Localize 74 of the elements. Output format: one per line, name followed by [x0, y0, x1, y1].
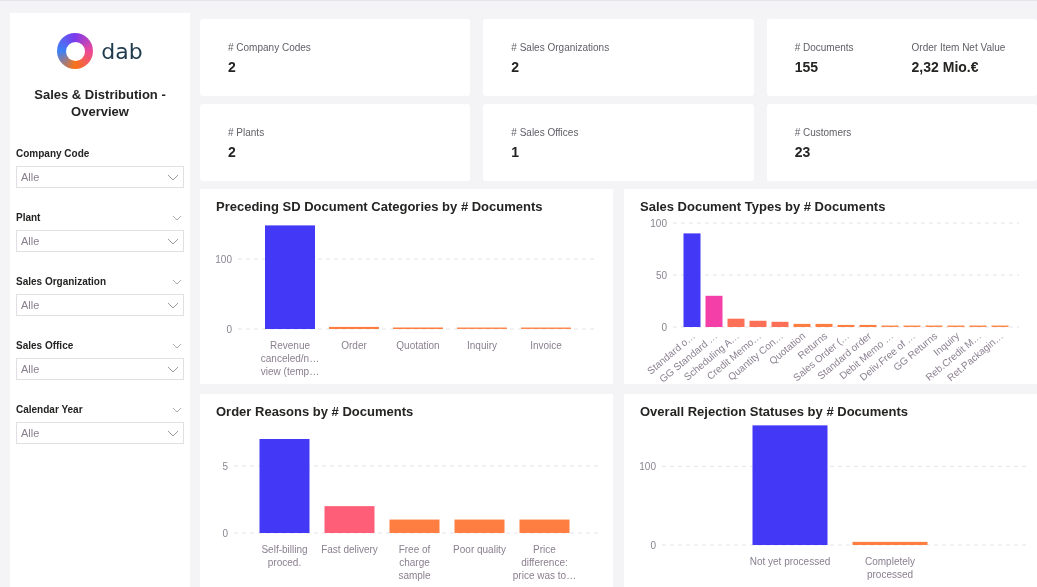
axis-tick-label: 50	[655, 270, 667, 281]
collapse-chevron-icon[interactable]	[172, 214, 182, 221]
logo-ring-icon	[57, 33, 94, 69]
bar	[793, 323, 811, 327]
kpi-label: # Customers	[794, 126, 852, 139]
dropdown[interactable]: Alle	[16, 166, 184, 188]
axis-category-label: Revenue canceled/n… view (temp…	[259, 339, 321, 378]
kpi-value: 23	[794, 143, 812, 162]
axis-category-label: Quotation	[395, 339, 441, 352]
bar	[815, 323, 833, 327]
dashboard-title: Sales & Distribution - Overview	[33, 86, 167, 120]
axis-tick-label: 100	[650, 218, 667, 229]
chevron-down-icon	[167, 301, 179, 309]
axis-category-label: Poor quality	[452, 543, 507, 556]
axis-category-label: Inquiry	[466, 339, 498, 352]
bar	[329, 326, 379, 329]
kpi-value: 2	[228, 58, 237, 77]
logo-text: dab	[101, 37, 143, 66]
collapse-chevron-icon[interactable]	[172, 278, 182, 285]
axis-tick-label: 100	[215, 254, 232, 265]
filter-label: Sales Organization	[16, 275, 107, 289]
axis-tick-label: 5	[222, 460, 228, 472]
chart-title: Overall Rejection Statuses by # Documents	[640, 403, 909, 421]
chart-title: Order Reasons by # Documents	[216, 403, 414, 421]
bar	[837, 324, 855, 327]
kpi-label: # Plants	[228, 126, 265, 139]
dropdown[interactable]: Alle	[16, 230, 184, 252]
kpi-label: # Sales Offices	[511, 126, 579, 139]
chevron-down-icon	[167, 173, 179, 181]
filter-label: Sales Office	[16, 339, 74, 353]
axis-category-label: Self-billing proced.	[260, 543, 309, 569]
bar	[727, 318, 745, 327]
collapse-chevron-icon[interactable]	[172, 342, 182, 349]
axis-tick-label: 0	[226, 324, 232, 335]
filter-label: Plant	[16, 211, 41, 225]
axis-tick-label: 0	[661, 322, 667, 333]
chevron-down-icon	[167, 429, 179, 437]
axis-category-label: Price difference: price was to…	[512, 543, 577, 582]
axis-tick-label: 0	[222, 528, 228, 539]
axis-category-label: Order	[340, 339, 368, 352]
chart-title: Preceding SD Document Categories by # Documents	[216, 198, 543, 216]
axis-tick-label: 0	[650, 540, 656, 551]
bar	[859, 324, 877, 327]
dropdown[interactable]: Alle	[16, 294, 184, 316]
bar	[705, 295, 723, 327]
dropdown[interactable]: Alle	[16, 358, 184, 380]
kpi-label: # Company Codes	[228, 41, 311, 54]
bar	[519, 519, 570, 533]
kpi-value: 2,32 Mio.€	[911, 58, 980, 77]
axis-category-label: Completely processed	[864, 555, 916, 581]
axis-category-label: Not yet processed	[748, 555, 832, 568]
filter-label: Company Code	[16, 147, 90, 161]
bar	[454, 519, 505, 533]
axis-category-label: Invoice	[529, 339, 563, 352]
axis-tick-label: 100	[639, 461, 656, 473]
bar	[749, 320, 767, 327]
bar	[389, 519, 440, 533]
kpi-value: 2	[228, 143, 237, 162]
bar	[324, 506, 375, 533]
collapse-chevron-icon[interactable]	[172, 406, 182, 413]
chart-title: Sales Document Types by # Documents	[640, 198, 886, 216]
axis-category-label: Free of charge sample	[397, 543, 432, 582]
chevron-down-icon	[167, 365, 179, 373]
kpi-label: # Sales Organizations	[511, 41, 610, 54]
kpi-value: 1	[511, 143, 521, 162]
kpi-value: 155	[794, 58, 819, 77]
filter-label: Calendar Year	[16, 403, 83, 417]
kpi-value: 2	[511, 58, 521, 77]
kpi-label: Order Item Net Value	[911, 41, 1006, 54]
dropdown[interactable]: Alle	[16, 422, 184, 444]
chevron-down-icon	[167, 237, 179, 245]
axis-category-label: Fast delivery	[320, 543, 379, 556]
kpi-label: # Documents	[794, 41, 854, 54]
bar	[771, 321, 789, 327]
